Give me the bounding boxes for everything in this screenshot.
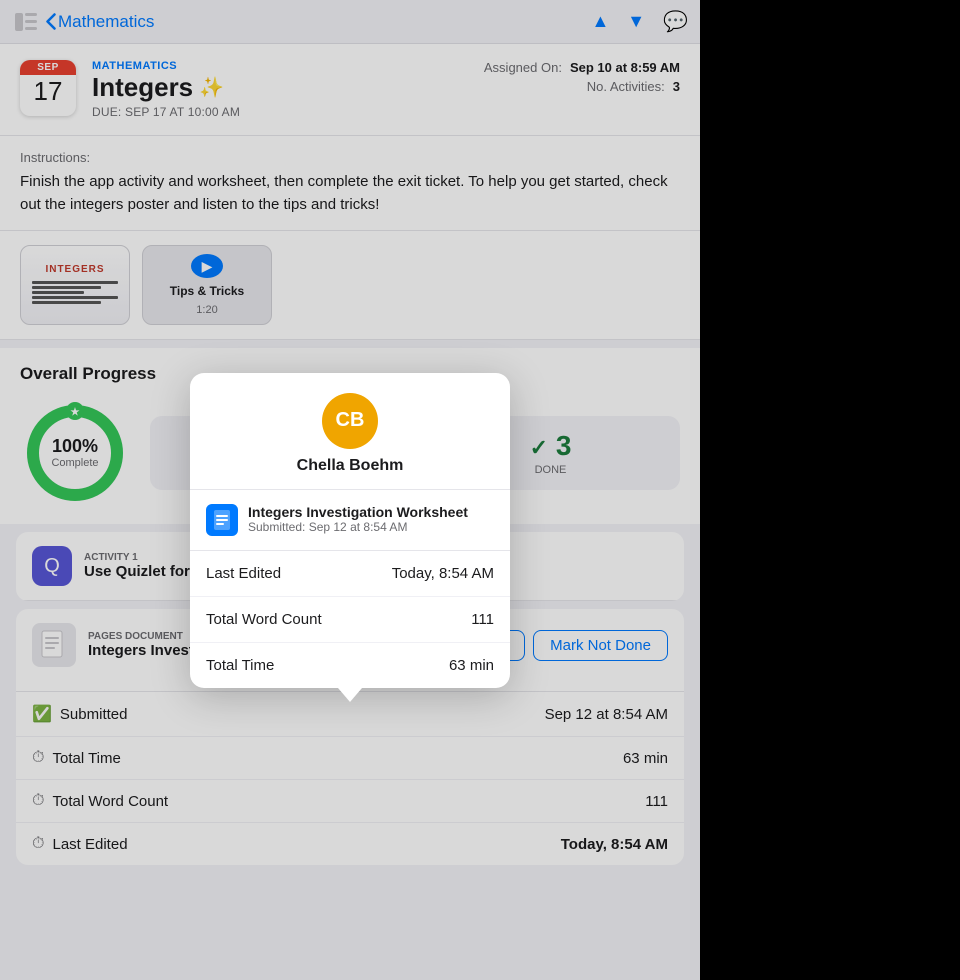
popup-header: CB Chella Boehm [190,373,510,490]
popup-body: Integers Investigation Worksheet Submitt… [190,490,510,688]
popup-total-time-row: Total Time 63 min [190,643,510,688]
popup-user-name: Chella Boehm [297,457,404,475]
popup-word-count-value: 111 [471,611,494,628]
student-popup: CB Chella Boehm Integers Investigation [190,373,510,688]
popup-doc-info: Integers Investigation Worksheet Submitt… [248,504,468,534]
popup-doc-icon [206,504,238,536]
popup-total-time-value: 63 min [449,657,494,674]
popup-total-time-label: Total Time [206,657,274,674]
popup-doc-name: Integers Investigation Worksheet [248,504,468,520]
popup-arrow [338,688,362,702]
popup-doc-submitted: Submitted: Sep 12 at 8:54 AM [248,520,468,534]
popup-word-count-row: Total Word Count 111 [190,597,510,643]
popup-overlay: CB Chella Boehm Integers Investigation [0,0,700,980]
avatar: CB [322,393,378,449]
popup-last-edited-value: Today, 8:54 AM [392,565,494,582]
popup-last-edited-row: Last Edited Today, 8:54 AM [190,551,510,597]
popup-last-edited-label: Last Edited [206,565,281,582]
popup-word-count-label: Total Word Count [206,611,322,628]
popup-doc-row: Integers Investigation Worksheet Submitt… [190,490,510,551]
